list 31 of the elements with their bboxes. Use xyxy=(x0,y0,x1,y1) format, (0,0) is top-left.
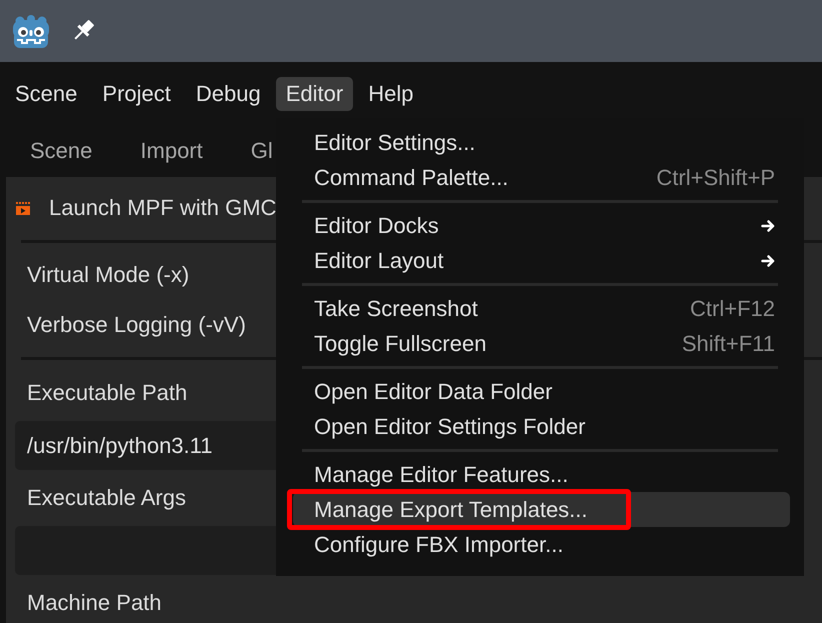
shortcut-label: Ctrl+Shift+P xyxy=(656,166,775,188)
shortcut-label: Shift+F11 xyxy=(682,332,775,354)
menu-item[interactable]: Open Editor Settings Folder xyxy=(293,412,790,441)
menu-item[interactable]: Manage Editor Features... xyxy=(293,460,790,489)
menu-bar-item[interactable]: Scene xyxy=(5,76,88,110)
field-label: Executable Path xyxy=(27,382,188,404)
input-field[interactable]: /usr/bin/python3.11 xyxy=(15,421,276,470)
menu-bar-item[interactable]: Debug xyxy=(186,76,271,110)
option-label: Virtual Mode (-x) xyxy=(27,264,190,286)
menu-bar-item[interactable]: Project xyxy=(92,76,181,110)
robot-face-icon xyxy=(12,14,50,48)
field-label: Machine Path xyxy=(27,592,162,614)
menu-item[interactable]: Command Palette... Ctrl+Shift+P xyxy=(293,163,790,192)
menu-item[interactable]: Take Screenshot Ctrl+F12 xyxy=(293,294,790,323)
launch-button[interactable]: Launch MPF with GMC xyxy=(16,197,276,219)
menu-bar-item[interactable]: Editor xyxy=(276,76,354,110)
dock-tab[interactable]: Import xyxy=(140,140,203,162)
dock-tab[interactable]: Gl xyxy=(250,140,273,162)
film-play-icon xyxy=(16,202,30,214)
menu-item[interactable]: Editor Layout xyxy=(293,246,790,275)
option-label: Verbose Logging (-vV) xyxy=(27,314,246,336)
menu-item[interactable]: Manage Export Templates... xyxy=(293,492,790,527)
menu-bar-item[interactable]: Help xyxy=(358,76,424,110)
menu-item[interactable]: Editor Docks xyxy=(293,211,790,240)
menu-item[interactable]: Configure FBX Importer... xyxy=(293,530,790,559)
menu-item[interactable]: Editor Settings... xyxy=(293,128,790,157)
menu-item[interactable]: Toggle Fullscreen Shift+F11 xyxy=(293,329,790,358)
shortcut-label: Ctrl+F12 xyxy=(690,298,775,320)
field-label: Executable Args xyxy=(27,487,186,509)
dock-tab[interactable]: Scene xyxy=(30,140,92,162)
menu-item[interactable]: Open Editor Data Folder xyxy=(293,377,790,406)
